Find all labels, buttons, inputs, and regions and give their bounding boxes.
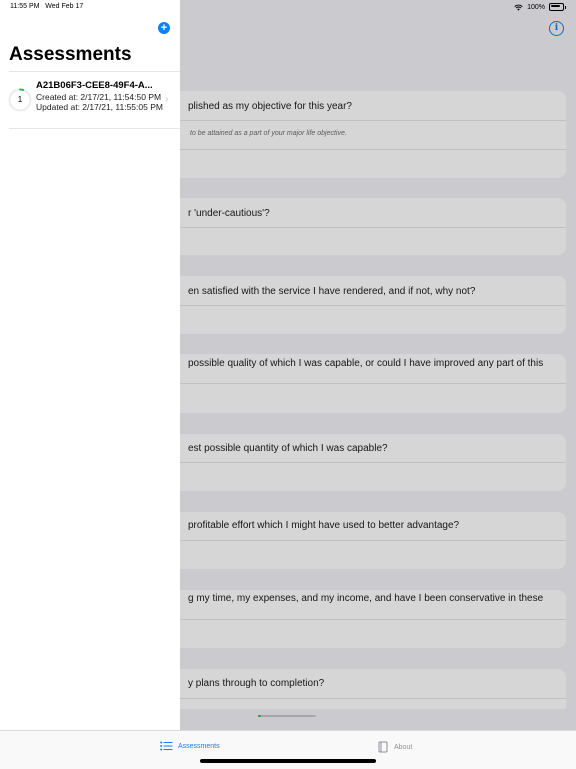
assessment-updated: Updated at: 2/17/21, 11:55:05 PM [36, 102, 163, 112]
status-bar-right: 100% [514, 3, 566, 11]
info-icon[interactable]: i [549, 21, 564, 36]
status-time: 11:55 PM [10, 3, 40, 10]
battery-tip [565, 5, 566, 9]
add-assessment-icon[interactable]: + [158, 22, 170, 34]
list-separator [9, 128, 180, 129]
assessment-list-item[interactable]: 1 A21B06F3-CEE8-49F4-A... Created at: 2/… [0, 72, 180, 129]
book-icon [378, 741, 388, 753]
battery-percent: 100% [527, 3, 545, 11]
tab-label: About [394, 743, 413, 751]
assessment-title: A21B06F3-CEE8-49F4-A... [36, 80, 153, 91]
wifi-icon [514, 4, 523, 11]
tab-bar: Assessments About [0, 730, 576, 769]
sidebar: + Assessments 1 A21B06F3-CEE8-49F4-A... … [0, 0, 180, 730]
tab-assessments[interactable]: Assessments [160, 741, 220, 751]
tab-label: Assessments [178, 742, 220, 750]
assessment-progress-bar [258, 715, 316, 717]
home-indicator [200, 759, 376, 763]
battery-icon [549, 3, 564, 11]
question-hint: to be attained as a part of your major l… [190, 130, 347, 137]
sidebar-title: Assessments [9, 44, 132, 65]
tab-about[interactable]: About [378, 741, 412, 753]
status-bar-time: 11:55 PM Wed Feb 17 [10, 3, 83, 10]
assessment-badge: 1 [17, 95, 23, 104]
list-icon [160, 741, 173, 751]
assessment-progress-fill [258, 715, 261, 717]
status-date: Wed Feb 17 [45, 3, 84, 10]
chevron-right-icon: › [165, 94, 169, 105]
assessment-created: Created at: 2/17/21, 11:54:50 PM [36, 92, 162, 102]
